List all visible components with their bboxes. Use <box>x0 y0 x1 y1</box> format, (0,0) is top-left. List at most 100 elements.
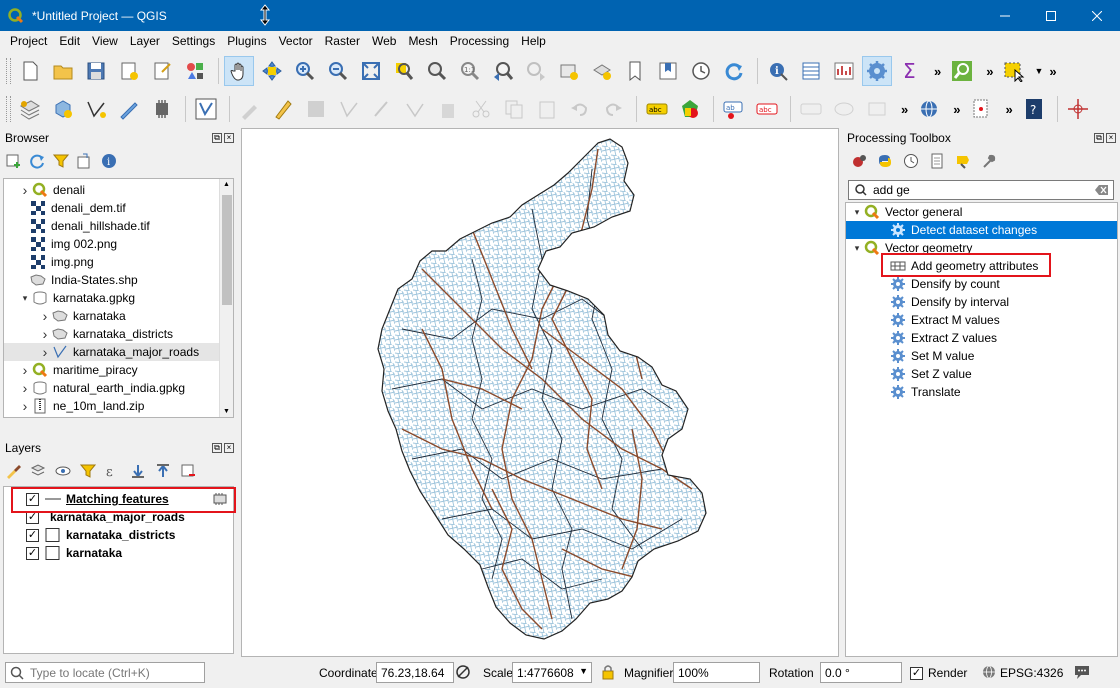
save-project-button[interactable] <box>81 56 111 86</box>
menu-help[interactable]: Help <box>515 31 552 51</box>
toolbar-overflow-icon-5[interactable]: » <box>953 102 960 117</box>
layout-manager-button[interactable] <box>147 56 177 86</box>
style-manager-button[interactable] <box>180 56 210 86</box>
expand-arrow-icon[interactable]: › <box>18 181 32 199</box>
browser-scrollbar[interactable]: ▲ ▼ <box>219 179 233 417</box>
locator-search-input[interactable]: Type to locate (Ctrl+K) <box>5 662 205 683</box>
scroll-up-icon[interactable]: ▲ <box>223 181 230 188</box>
zoom-in-button[interactable] <box>290 56 320 86</box>
browser-item[interactable]: › karnataka_districts <box>4 325 221 343</box>
toolbox-algorithm[interactable]: Densify by interval <box>846 293 1117 311</box>
zoom-native-button[interactable]: 1:1 <box>455 56 485 86</box>
menu-project[interactable]: Project <box>4 31 53 51</box>
close-layers-panel-button[interactable]: × <box>224 443 234 453</box>
pan-to-selection-button[interactable] <box>257 56 287 86</box>
expand-arrow-icon[interactable]: › <box>38 325 52 343</box>
vertex-tool-button[interactable] <box>191 94 221 124</box>
toolbox-group[interactable]: ▾ Vector general <box>846 203 1117 221</box>
digitize-pen-button[interactable] <box>114 94 144 124</box>
models-button[interactable] <box>850 152 868 170</box>
add-layer-button[interactable] <box>4 152 22 170</box>
toolbar-overflow-icon-4[interactable]: » <box>901 102 908 117</box>
rotation-spinbox[interactable]: 0.0 ° <box>820 662 902 683</box>
close-toolbox-button[interactable]: × <box>1106 133 1116 143</box>
virtual-layer-button[interactable] <box>147 94 177 124</box>
select-dropdown-icon[interactable]: ▼ <box>1034 66 1043 76</box>
zoom-to-layer-button[interactable] <box>422 56 452 86</box>
browser-item[interactable]: ▾ karnataka.gpkg <box>4 289 221 307</box>
toolbar-overflow-icon-6[interactable]: » <box>1005 102 1012 117</box>
locator-button[interactable] <box>947 56 977 86</box>
expand-arrow-icon[interactable]: › <box>38 307 52 325</box>
bookmark-button[interactable] <box>620 56 650 86</box>
scripts-button[interactable] <box>876 152 894 170</box>
digitizing-mode-button[interactable] <box>367 94 397 124</box>
toolbar-grip[interactable] <box>6 58 11 84</box>
refresh-button[interactable] <box>719 56 749 86</box>
magnifier-spinbox[interactable]: 100% <box>673 662 760 683</box>
browser-item[interactable]: India-States.shp <box>4 271 221 289</box>
toggle-editing-button[interactable] <box>268 94 298 124</box>
select-features-button[interactable] <box>999 56 1029 86</box>
filter-expression-button[interactable]: ε <box>104 462 122 480</box>
expand-arrow-icon[interactable]: › <box>18 397 32 415</box>
options-button[interactable] <box>980 152 998 170</box>
menu-raster[interactable]: Raster <box>319 31 366 51</box>
remove-layer-button[interactable] <box>179 462 197 480</box>
menu-settings[interactable]: Settings <box>166 31 221 51</box>
layer-visibility-checkbox[interactable]: ✓ <box>26 546 39 560</box>
browser-item[interactable]: img 002.png <box>4 235 221 253</box>
zoom-next-button[interactable] <box>521 56 551 86</box>
minimize-button[interactable] <box>982 0 1028 31</box>
statistical-summary-button[interactable]: Σ <box>895 56 925 86</box>
render-checkbox[interactable]: ✓ <box>910 667 923 680</box>
diagram-options-button[interactable] <box>675 94 705 124</box>
cut-features-button[interactable] <box>466 94 496 124</box>
menu-processing[interactable]: Processing <box>444 31 515 51</box>
clear-search-icon[interactable] <box>1095 184 1109 196</box>
crs-label[interactable]: EPSG:4326 <box>1000 666 1063 680</box>
expand-all-button[interactable] <box>129 462 147 480</box>
undo-button[interactable] <box>565 94 595 124</box>
toolbox-algorithm[interactable]: Extract M values <box>846 311 1117 329</box>
zoom-to-selection-button[interactable] <box>389 56 419 86</box>
browser-item[interactable]: › natural_earth_india.gpkg <box>4 379 221 397</box>
expand-arrow-icon[interactable]: › <box>18 379 32 397</box>
delete-selected-button[interactable] <box>433 94 463 124</box>
annotation-button[interactable] <box>966 94 996 124</box>
coordinate-field[interactable]: 76.23,18.64 <box>376 662 454 683</box>
add-group-button[interactable] <box>29 462 47 480</box>
close-button[interactable] <box>1074 0 1120 31</box>
edit-features-in-place-button[interactable] <box>954 152 972 170</box>
history-button[interactable] <box>902 152 920 170</box>
new-print-layout-button[interactable] <box>114 56 144 86</box>
browser-item[interactable]: › denali <box>4 181 221 199</box>
temporal-controller-button[interactable] <box>686 56 716 86</box>
collapse-arrow-icon[interactable]: ▾ <box>850 203 864 221</box>
paste-features-button[interactable] <box>532 94 562 124</box>
vertex-editor-button[interactable] <box>400 94 430 124</box>
toolbox-algorithm[interactable]: Set Z value <box>846 365 1117 383</box>
map-canvas[interactable] <box>241 128 839 657</box>
menu-mesh[interactable]: Mesh <box>402 31 443 51</box>
toolbar-overflow-icon-3[interactable]: » <box>1049 64 1056 79</box>
add-feature-button[interactable] <box>334 94 364 124</box>
browser-item[interactable]: denali_hillshade.tif <box>4 217 221 235</box>
properties-button[interactable]: i <box>100 152 118 170</box>
menu-vector[interactable]: Vector <box>273 31 319 51</box>
float-layers-panel-button[interactable]: ⧉ <box>212 443 222 453</box>
browser-item[interactable]: img.png <box>4 253 221 271</box>
expand-arrow-icon[interactable]: › <box>38 343 52 361</box>
lock-icon[interactable] <box>600 664 616 680</box>
menu-view[interactable]: View <box>86 31 124 51</box>
filter-browser-button[interactable] <box>52 152 70 170</box>
toolbox-algorithm[interactable]: Detect dataset changes <box>846 221 1117 239</box>
results-viewer-button[interactable] <box>928 152 946 170</box>
pin-labels-button[interactable]: ab <box>719 94 749 124</box>
collapse-all-button[interactable] <box>76 152 94 170</box>
toolbox-algorithm[interactable]: Densify by count <box>846 275 1117 293</box>
move-label-button[interactable] <box>796 94 826 124</box>
new-project-button[interactable] <box>15 56 45 86</box>
new-geopackage-layer-button[interactable] <box>48 94 78 124</box>
zoom-out-button[interactable] <box>323 56 353 86</box>
